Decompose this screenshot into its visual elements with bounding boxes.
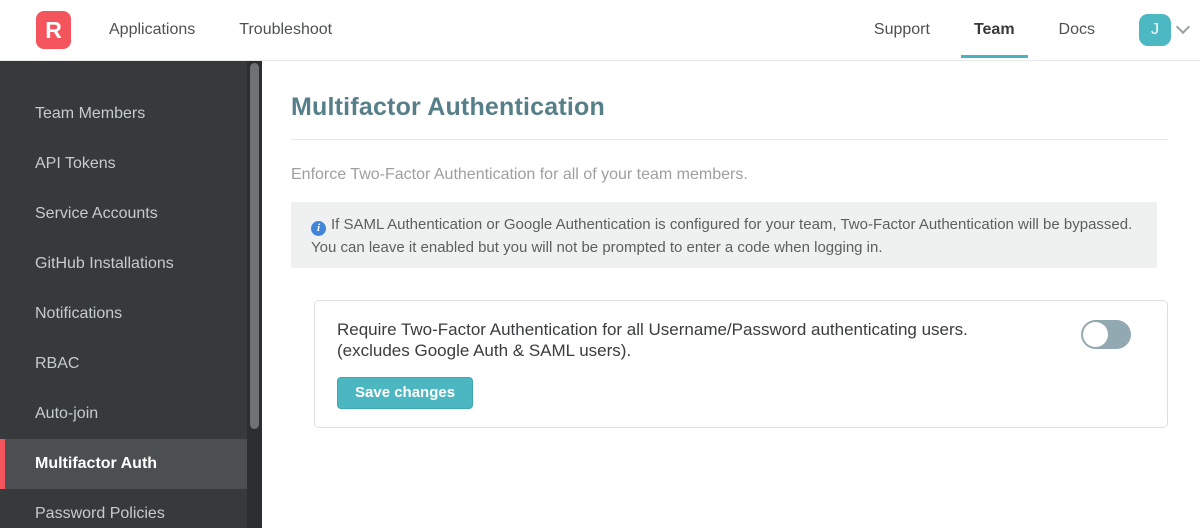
setting-label-line2: (excludes Google Auth & SAML users). — [337, 341, 632, 360]
sidebar-item-rbac[interactable]: RBAC — [0, 339, 247, 389]
nav-item-applications[interactable]: Applications — [109, 21, 195, 39]
title-divider — [291, 139, 1168, 140]
sidebar-item-team-members[interactable]: Team Members — [0, 89, 247, 139]
rollbar-logo[interactable]: R — [36, 11, 71, 49]
two-factor-setting-card: Require Two-Factor Authentication for al… — [314, 300, 1168, 428]
saml-bypass-note-text: If SAML Authentication or Google Authent… — [311, 216, 1133, 256]
saml-bypass-note: i If SAML Authentication or Google Authen… — [291, 202, 1157, 268]
two-factor-toggle[interactable] — [1081, 320, 1131, 349]
sidebar-nav-list: Team Members API Tokens Service Accounts… — [0, 61, 247, 528]
sidebar-scrollbar-thumb[interactable] — [250, 63, 259, 429]
top-navbar: R Applications Troubleshoot Support Team… — [0, 0, 1200, 61]
sidebar-item-password-policies[interactable]: Password Policies — [0, 489, 247, 528]
info-icon: i — [311, 221, 326, 236]
save-changes-button[interactable]: Save changes — [337, 377, 474, 409]
sidebar-item-auto-join[interactable]: Auto-join — [0, 389, 247, 439]
sidebar-item-notifications[interactable]: Notifications — [0, 289, 247, 339]
nav-right-group: Support Team Docs J — [874, 0, 1191, 60]
sidebar-item-api-tokens[interactable]: API Tokens — [0, 139, 247, 189]
account-menu[interactable]: J — [1139, 14, 1191, 46]
main-content: Multifactor Authentication Enforce Two-F… — [262, 61, 1200, 528]
settings-sidebar: Team Members API Tokens Service Accounts… — [0, 61, 262, 528]
nav-tab-team[interactable]: Team — [961, 0, 1028, 60]
sidebar-item-service-accounts[interactable]: Service Accounts — [0, 189, 247, 239]
toggle-knob — [1083, 322, 1108, 347]
user-avatar[interactable]: J — [1139, 14, 1171, 46]
setting-label-line1: Require Two-Factor Authentication for al… — [337, 320, 968, 339]
nav-item-troubleshoot[interactable]: Troubleshoot — [239, 21, 332, 39]
chevron-down-icon — [1175, 19, 1191, 35]
sidebar-item-multifactor-auth[interactable]: Multifactor Auth — [0, 439, 247, 489]
section-description: Enforce Two-Factor Authentication for al… — [291, 166, 748, 183]
sidebar-item-github-installations[interactable]: GitHub Installations — [0, 239, 247, 289]
nav-tab-docs[interactable]: Docs — [1059, 0, 1095, 60]
nav-left-group: R Applications Troubleshoot — [0, 11, 332, 49]
nav-tab-support[interactable]: Support — [874, 0, 930, 60]
page-title: Multifactor Authentication — [291, 93, 605, 121]
